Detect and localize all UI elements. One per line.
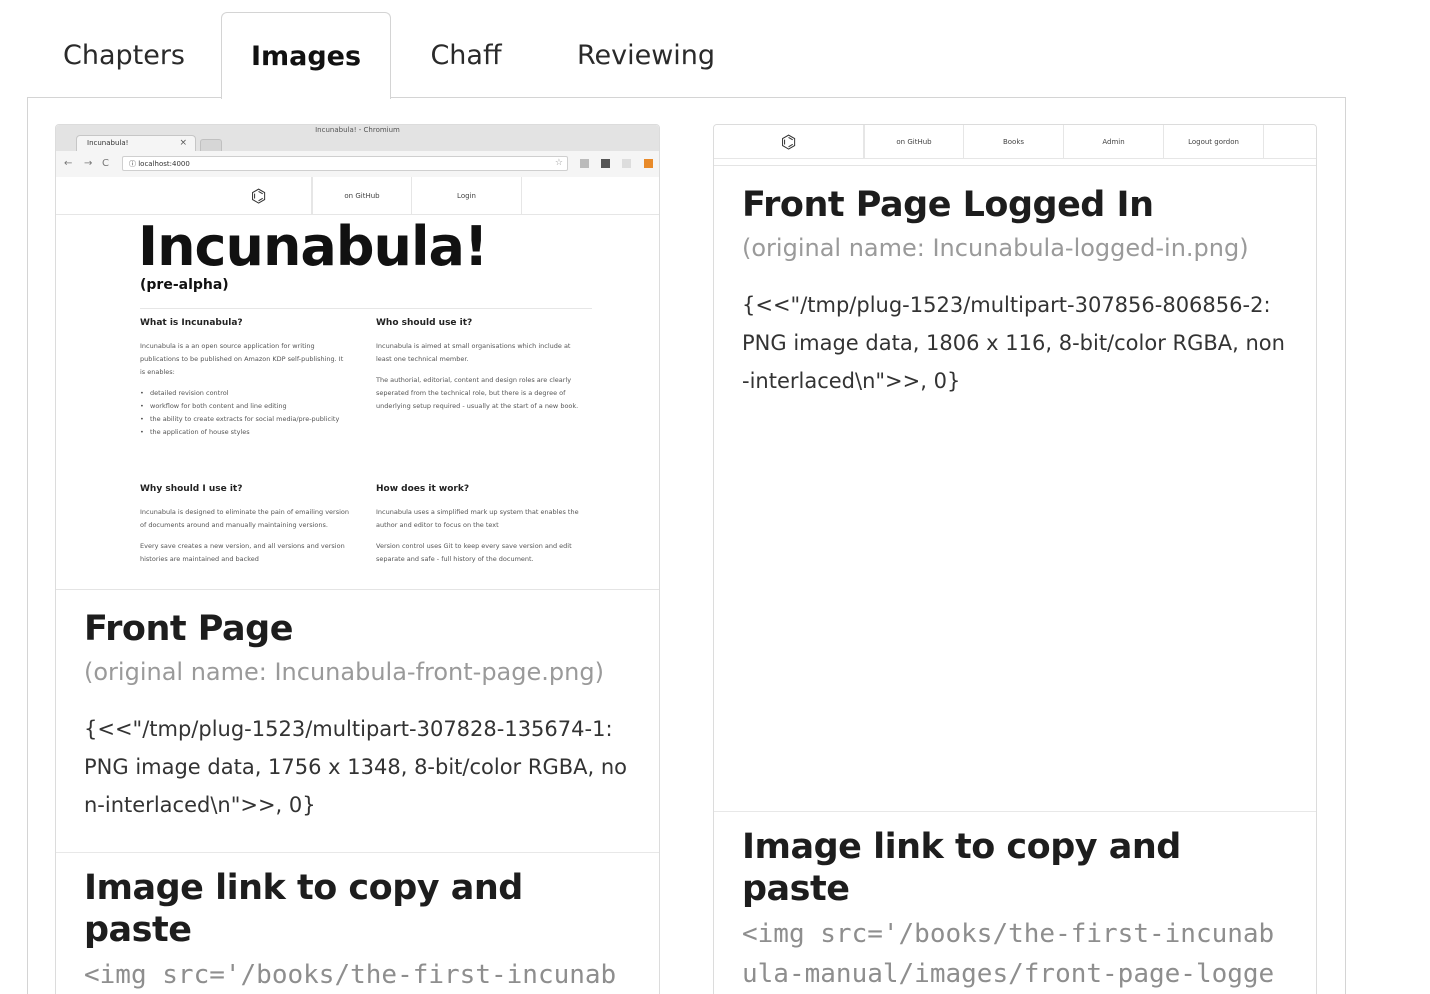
thumbnail-browser-tab: Incunabula! ×: [76, 135, 196, 151]
list-item: detailed revision control: [140, 387, 350, 400]
image-thumbnail[interactable]: Incunabula! - Chromium Incunabula! × ← →…: [56, 125, 659, 590]
thumbnail-new-tab: [200, 139, 222, 151]
thumbnail-section-text: Incunabula uses a simplified mark up sys…: [376, 508, 579, 529]
close-icon: ×: [179, 138, 187, 148]
menu-icon: [644, 159, 653, 168]
reload-icon: C: [102, 158, 109, 169]
thumbnail-site-nav: ⌬ on GitHub Login: [56, 177, 659, 215]
forward-icon: →: [84, 158, 93, 169]
image-metadata: {<<"/tmp/plug-1523/multipart-307828-1356…: [84, 717, 628, 818]
thumbnail-nav-login: Login: [412, 177, 522, 215]
thumbnail-section: How does it work? Incunabula uses a simp…: [376, 484, 586, 574]
thumbnail-browser-chrome: Incunabula! - Chromium Incunabula! × ← →…: [56, 125, 659, 177]
thumbnail-nav-books: Books: [964, 125, 1064, 159]
thumbnail-section-heading: Who should use it?: [376, 318, 473, 328]
image-title: Front Page Logged In: [742, 185, 1154, 225]
thumbnail-section-list: detailed revision control workflow for b…: [140, 387, 350, 439]
thumbnail-toolbar: ← → C ⓘ localhost:4000 ☆: [56, 151, 659, 177]
star-icon: ☆: [554, 158, 563, 168]
tab-chaff[interactable]: Chaff: [391, 12, 541, 98]
logo-icon: ⌬: [714, 125, 864, 159]
list-item: workflow for both content and line editi…: [140, 400, 350, 413]
thumbnail-section-text: Incunabula is designed to eliminate the …: [140, 508, 350, 529]
list-item: the ability to create extracts for socia…: [140, 413, 350, 426]
qr-icon: [601, 159, 610, 168]
logo-icon: ⌬: [206, 177, 312, 215]
image-title: Front Page: [84, 609, 293, 649]
thumbnail-nav-github: on GitHub: [864, 125, 964, 159]
thumbnail-divider: [140, 308, 592, 309]
image-link-heading: Image link to copy and paste: [84, 868, 523, 950]
thumbnail-hero-subtitle: (pre-alpha): [140, 277, 229, 293]
info-icon: ⓘ: [129, 160, 139, 168]
tab-bar: Chapters Images Chaff Reviewing: [27, 12, 1347, 99]
image-link-code[interactable]: <img src='/books/the-first-incunabula-ma…: [742, 914, 1288, 994]
thumbnail-nav-admin: Admin: [1064, 125, 1164, 159]
image-card-front-page-logged-in: ⌬ on GitHub Books Admin Logout gordon Fr…: [713, 124, 1317, 994]
image-thumbnail[interactable]: ⌬ on GitHub Books Admin Logout gordon: [714, 125, 1316, 166]
image-original-name: (original name: Incunabula-logged-in.png…: [742, 234, 1249, 262]
thumbnail-section-heading: Why should I use it?: [140, 484, 243, 494]
extension-icon: [580, 159, 589, 168]
image-card-front-page: Incunabula! - Chromium Incunabula! × ← →…: [55, 124, 660, 994]
thumbnail-section-text: Incunabula is a an open source applicati…: [140, 342, 344, 376]
thumbnail-nav-logout: Logout gordon: [1164, 125, 1264, 159]
tab-reviewing[interactable]: Reviewing: [541, 12, 751, 98]
thumbnail-section-text: Incunabula is aimed at small organisatio…: [376, 342, 571, 363]
thumbnail-section-text: Every save creates a new version, and al…: [140, 542, 345, 563]
image-link-code[interactable]: <img src='/books/the-first-incunabula-ma…: [84, 955, 631, 994]
image-original-name: (original name: Incunabula-front-page.pn…: [84, 658, 604, 686]
thumbnail-section-heading: What is Incunabula?: [140, 318, 243, 328]
thumbnail-section: What is Incunabula? Incunabula is a an o…: [140, 318, 350, 439]
image-link-section: Image link to copy and paste <img src='/…: [56, 852, 659, 994]
thumbnail-section: Why should I use it? Incunabula is desig…: [140, 484, 350, 574]
thumbnail-section: Who should use it? Incunabula is aimed a…: [376, 318, 586, 421]
tab-images[interactable]: Images: [221, 12, 391, 99]
card-body: Front Page Logged In (original name: Inc…: [714, 166, 1316, 400]
thumbnail-nav-github: on GitHub: [312, 177, 412, 215]
thumbnail-window-title: Incunabula! - Chromium: [315, 126, 400, 134]
image-link-section: Image link to copy and paste <img src='/…: [714, 811, 1316, 994]
list-item: the application of house styles: [140, 426, 350, 439]
thumbnail-url-bar: ⓘ localhost:4000 ☆: [122, 156, 568, 171]
image-metadata: {<<"/tmp/plug-1523/multipart-307856-8068…: [742, 293, 1285, 394]
thumbnail-hero-title: Incunabula!: [138, 215, 489, 278]
thumbnail-url: localhost:4000: [138, 160, 190, 168]
image-link-heading: Image link to copy and paste: [742, 827, 1181, 909]
tab-chapters[interactable]: Chapters: [27, 12, 221, 98]
thumbnail-site-nav: ⌬ on GitHub Books Admin Logout gordon: [714, 125, 1316, 159]
thumbnail-section-text: The authorial, editorial, content and de…: [376, 376, 579, 410]
card-body: Front Page (original name: Incunabula-fr…: [56, 590, 659, 824]
back-icon: ←: [64, 158, 73, 169]
thumbnail-section-heading: How does it work?: [376, 484, 470, 494]
thumbnail-tab-label: Incunabula!: [87, 139, 129, 147]
thumbnail-section-text: Version control uses Git to keep every s…: [376, 542, 572, 563]
extension-icon: [622, 159, 631, 168]
